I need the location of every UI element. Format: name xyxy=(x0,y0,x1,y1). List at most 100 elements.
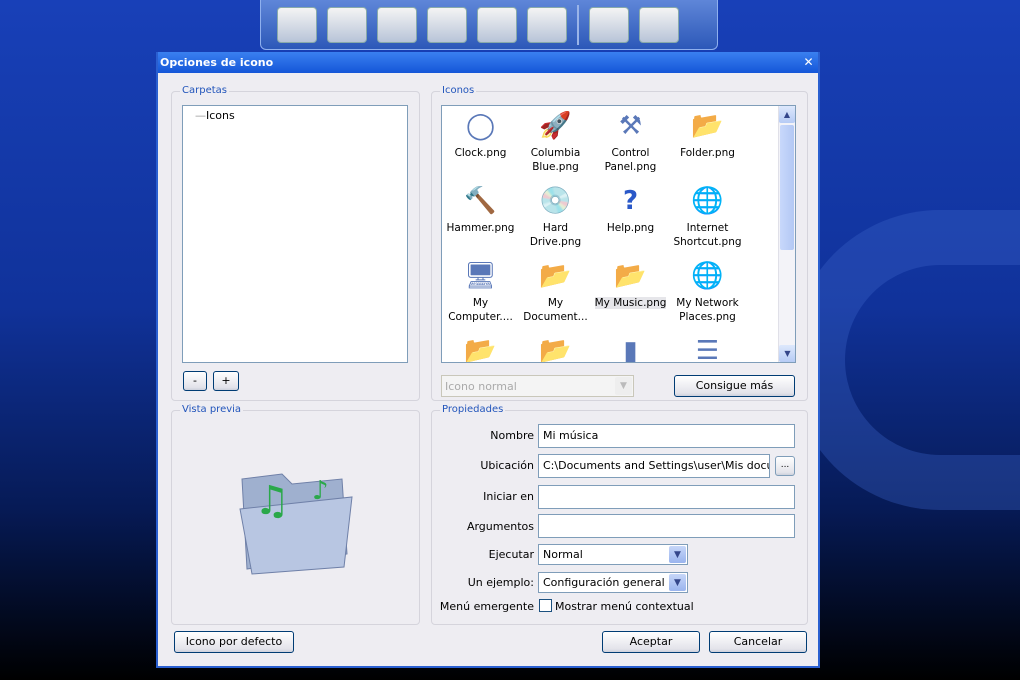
context-menu-checkbox[interactable] xyxy=(539,599,552,612)
icon-label: My Music.png xyxy=(594,297,667,309)
icon-list-item[interactable]: 📂 My Music.png xyxy=(593,260,668,310)
cancel-button[interactable]: Cancelar xyxy=(709,631,807,653)
nombre-input[interactable]: Mi música xyxy=(538,424,795,448)
context-menu-checkbox-label[interactable]: Mostrar menú contextual xyxy=(555,600,694,613)
icon-label: Hammer.png xyxy=(446,222,515,234)
iniciar-input[interactable] xyxy=(538,485,795,509)
svg-text:♪: ♪ xyxy=(312,476,329,506)
icon-thumbnail-icon: 🔨 xyxy=(464,186,497,216)
icon-list-item[interactable]: 💿 Hard Drive.png xyxy=(518,185,593,249)
dock-control-panel-icon[interactable] xyxy=(527,6,567,43)
argumentos-input[interactable] xyxy=(538,514,795,538)
accept-button[interactable]: Aceptar xyxy=(602,631,700,653)
nombre-label: Nombre xyxy=(490,429,534,442)
icon-label: My Network Places.png xyxy=(676,297,739,323)
dock-bar xyxy=(260,0,718,50)
icon-label: Clock.png xyxy=(454,147,507,159)
close-icon[interactable]: ✕ xyxy=(801,55,816,70)
icon-list-item[interactable]: 🔨 Hammer.png xyxy=(443,185,518,235)
icon-thumbnail-icon: 📂 xyxy=(464,336,497,363)
icon-list-item[interactable]: ☰ xyxy=(670,335,745,363)
icon-label: Hard Drive.png xyxy=(529,222,582,248)
chevron-down-icon: ▼ xyxy=(615,377,632,395)
icon-thumbnail-icon: ? xyxy=(622,186,639,216)
icon-thumbnail-icon: 🌐 xyxy=(691,261,724,291)
background-gear xyxy=(790,210,1020,510)
icon-thumbnail-icon: 📂 xyxy=(539,261,572,291)
icon-thumbnail-icon: 🖥 xyxy=(463,261,497,291)
carpetas-legend: Carpetas xyxy=(180,85,229,96)
icon-thumbnail-icon: 💿 xyxy=(539,186,572,216)
icon-list-item[interactable]: ⚒ Control Panel.png xyxy=(593,110,668,174)
icon-thumbnail-icon: 🚀 xyxy=(539,111,572,141)
icon-label: Folder.png xyxy=(680,147,735,159)
dock-pictures-icon[interactable] xyxy=(477,6,517,43)
icon-list[interactable]: ▲ ▼ ◯ Clock.png 🚀 Columbia Blue.png ⚒ Control… xyxy=(441,105,796,363)
iconos-legend: Iconos xyxy=(440,85,477,96)
argumentos-label: Argumentos xyxy=(466,520,534,533)
icon-type-value: Icono normal xyxy=(445,380,517,393)
ejecutar-label: Ejecutar xyxy=(488,548,534,561)
icon-list-item[interactable]: 🌐 My Network Places.png xyxy=(670,260,745,324)
icon-list-item[interactable]: ◯ Clock.png xyxy=(443,110,518,160)
icon-thumbnail-icon: 📂 xyxy=(614,261,647,291)
icon-label: Control Panel.png xyxy=(604,147,657,173)
ejemplo-label: Un ejemplo: xyxy=(467,576,534,589)
icon-thumbnail-icon: 🌐 xyxy=(691,186,724,216)
scroll-up-icon[interactable]: ▲ xyxy=(779,106,795,123)
icon-label: My Document... xyxy=(523,297,588,323)
add-folder-button[interactable]: + xyxy=(213,371,239,391)
icon-list-item[interactable]: 📂 Folder.png xyxy=(670,110,745,160)
remove-folder-button[interactable]: - xyxy=(183,371,207,391)
icon-list-item[interactable]: 🖥 My Computer.... xyxy=(443,260,518,324)
carpetas-group: Carpetas —Icons - + xyxy=(171,85,420,401)
dialog-title: Opciones de icono xyxy=(160,56,274,69)
icon-thumbnail-icon: ◯ xyxy=(465,111,496,141)
icon-list-item[interactable]: 🌐 Internet Shortcut.png xyxy=(670,185,745,249)
icon-list-item[interactable]: 🚀 Columbia Blue.png xyxy=(518,110,593,174)
icon-type-select[interactable]: Icono normal ▼ xyxy=(441,375,634,397)
dock-documents-icon[interactable] xyxy=(377,6,417,43)
chevron-down-icon: ▼ xyxy=(669,574,686,591)
scroll-down-icon[interactable]: ▼ xyxy=(779,345,795,362)
dock-separator xyxy=(577,4,579,45)
properties-legend: Propiedades xyxy=(440,404,506,415)
ejemplo-select[interactable]: Configuración general ▼ xyxy=(538,572,688,593)
icon-label: Internet Shortcut.png xyxy=(673,222,742,248)
iconos-group: Iconos ▲ ▼ ◯ Clock.png 🚀 Columbia Blue.png ⚒… xyxy=(431,85,808,401)
dock-recycle-bin-icon[interactable] xyxy=(639,6,679,43)
ubicacion-input[interactable]: C:\Documents and Settings\user\Mis docum… xyxy=(538,454,770,478)
dock-music-folder-icon[interactable] xyxy=(427,6,467,43)
tree-item-label: Icons xyxy=(206,109,235,122)
default-icon-button[interactable]: Icono por defecto xyxy=(174,631,294,653)
browse-button[interactable]: ... xyxy=(775,456,795,476)
scroll-thumb[interactable] xyxy=(780,125,794,250)
icon-list-item[interactable]: 📂 xyxy=(518,335,593,362)
icon-label: My Computer.... xyxy=(448,297,513,323)
dock-computer-icon[interactable] xyxy=(277,6,317,43)
tree-line: — xyxy=(195,109,206,122)
dock-internet-icon[interactable] xyxy=(327,6,367,43)
icon-label: Columbia Blue.png xyxy=(530,147,581,173)
title-bar: Opciones de icono ✕ xyxy=(158,52,818,73)
chevron-down-icon: ▼ xyxy=(669,546,686,563)
icon-list-item[interactable]: ▮ xyxy=(593,335,668,363)
tree-item-icons[interactable]: —Icons xyxy=(183,106,407,122)
icon-options-dialog: Opciones de icono ✕ Carpetas —Icons - + … xyxy=(156,52,820,668)
icon-list-scrollbar[interactable]: ▲ ▼ xyxy=(778,106,795,362)
icon-list-item[interactable]: 📂 My Document... xyxy=(518,260,593,324)
ejecutar-value: Normal xyxy=(543,548,583,561)
icon-list-item[interactable]: 📂 xyxy=(443,335,518,363)
ejemplo-value: Configuración general xyxy=(543,576,665,589)
icon-thumbnail-icon: ⚒ xyxy=(618,111,643,141)
dock-hammer-icon[interactable] xyxy=(589,6,629,43)
icon-label: Help.png xyxy=(606,222,655,234)
svg-text:♫: ♫ xyxy=(254,478,290,524)
ejecutar-select[interactable]: Normal ▼ xyxy=(538,544,688,565)
folder-tree[interactable]: —Icons xyxy=(182,105,408,363)
get-more-button[interactable]: Consigue más xyxy=(674,375,795,397)
icon-thumbnail-icon: ▮ xyxy=(623,336,638,363)
icon-thumbnail-icon: ☰ xyxy=(695,336,720,363)
icon-list-item[interactable]: ? Help.png xyxy=(593,185,668,235)
preview-legend: Vista previa xyxy=(180,404,244,415)
